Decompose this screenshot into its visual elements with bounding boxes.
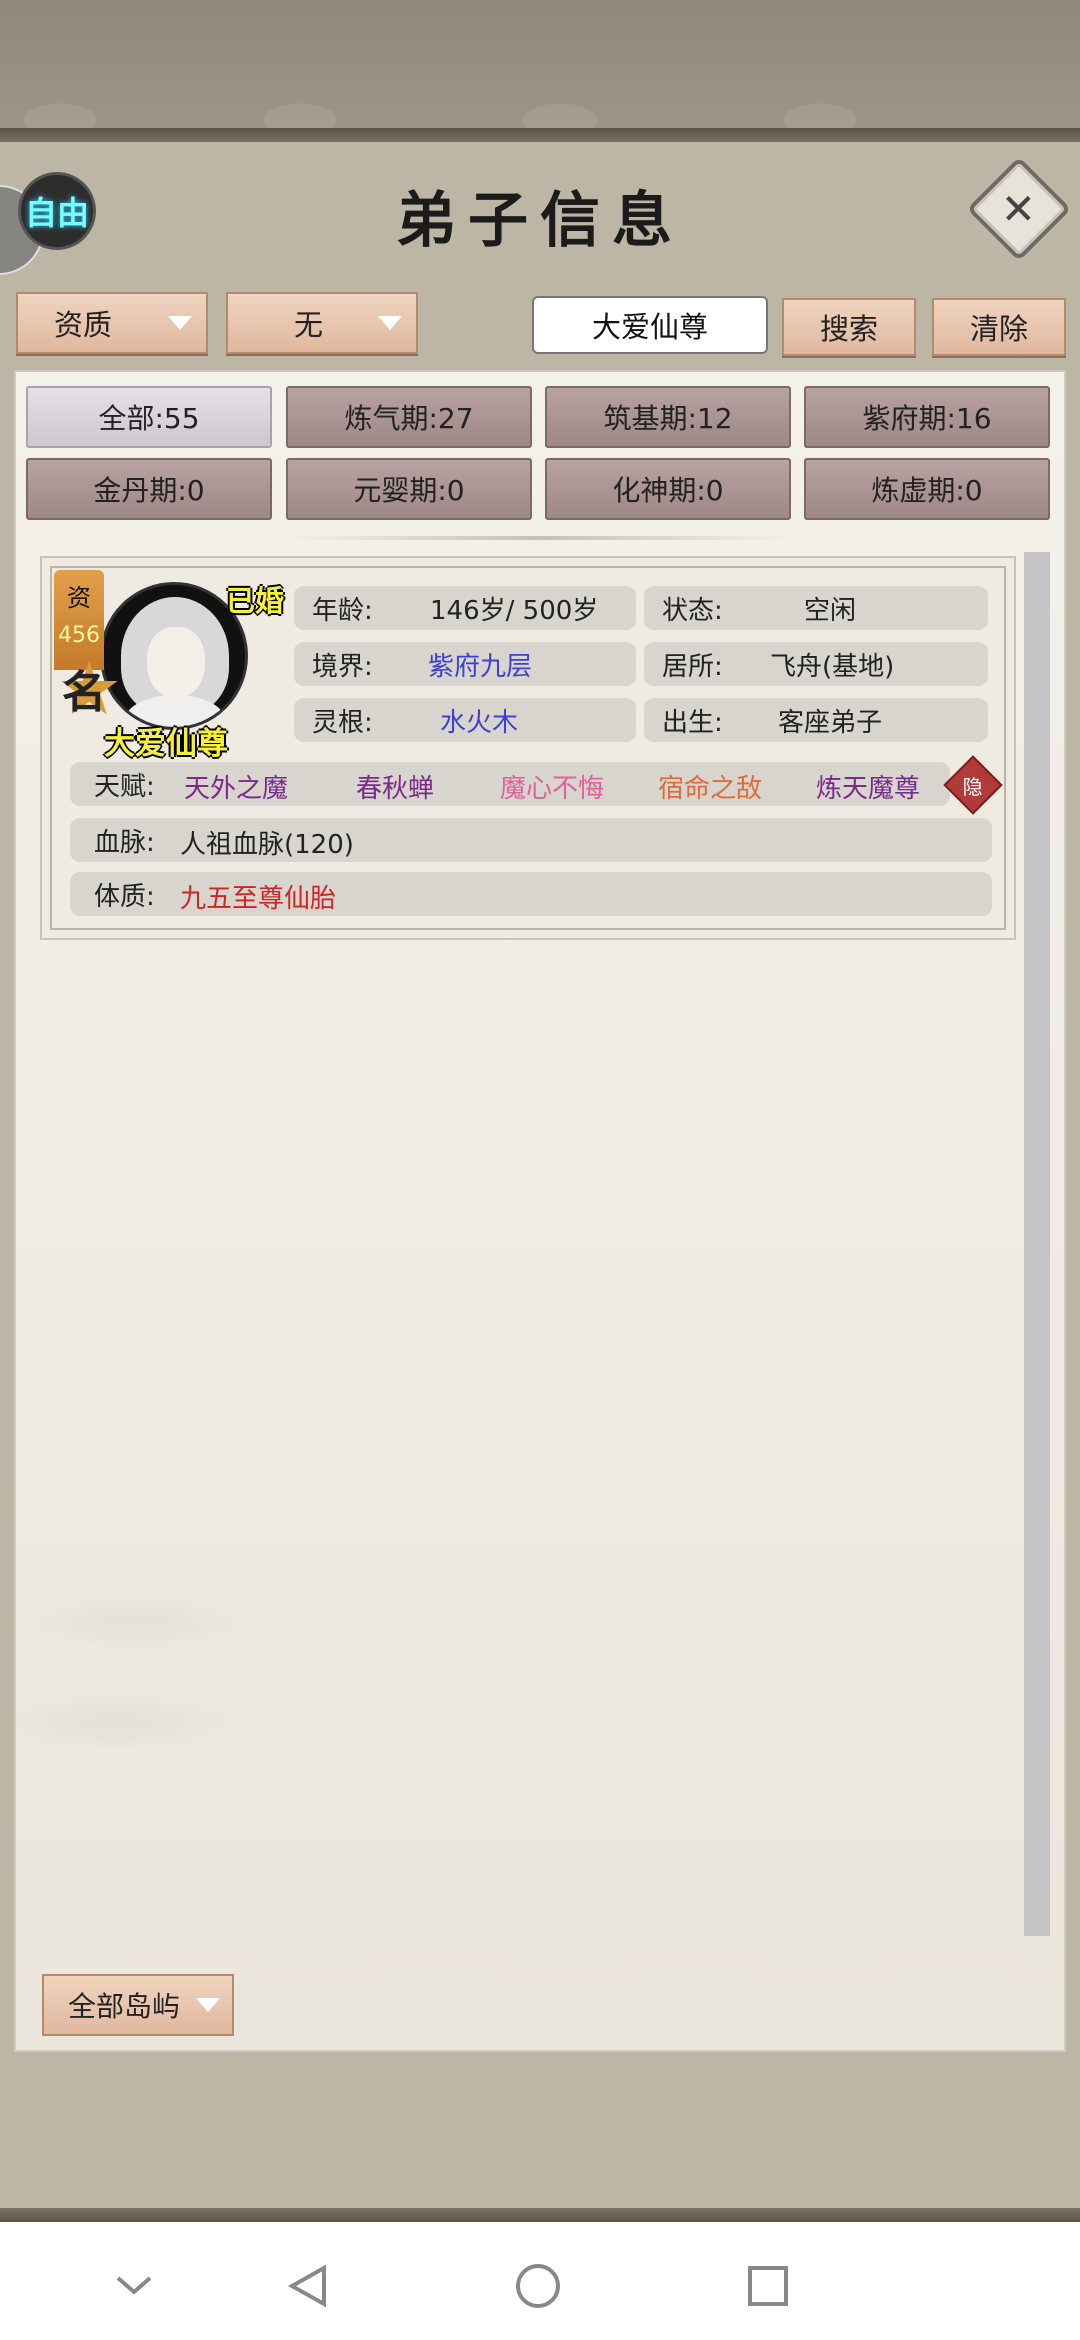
aptitude-label: 资 bbox=[67, 584, 91, 612]
tab-spirit-severing[interactable]: 化神期:0 bbox=[545, 458, 791, 520]
bamboo-decoration bbox=[16, 1532, 276, 1892]
realm-key: 境界: bbox=[312, 651, 373, 682]
status-field: 状态: 空闲 bbox=[644, 586, 988, 630]
divider bbox=[290, 536, 790, 540]
age-key: 年龄: bbox=[312, 595, 373, 626]
age-field: 年龄: 146岁/ 500岁 bbox=[294, 586, 636, 630]
talent-item[interactable]: 天外之魔 bbox=[184, 768, 288, 805]
realm-field: 境界: 紫府九层 bbox=[294, 642, 636, 686]
tab-foundation[interactable]: 筑基期:12 bbox=[545, 386, 791, 448]
disciple-name: 大爱仙尊 bbox=[104, 726, 228, 762]
sort-dropdown[interactable]: 资质 bbox=[16, 292, 208, 354]
close-icon: ✕ bbox=[1001, 184, 1037, 234]
physique-row: 体质: 九五至尊仙胎 bbox=[70, 872, 992, 916]
tab-qi-refining[interactable]: 炼气期:27 bbox=[286, 386, 532, 448]
page-title: 弟子信息 bbox=[396, 186, 684, 256]
hide-label: 隐 bbox=[963, 774, 983, 799]
recents-icon[interactable] bbox=[744, 2262, 792, 2310]
chevron-down-icon bbox=[196, 1998, 220, 2012]
birth-key: 出生: bbox=[662, 707, 723, 738]
talent-item[interactable]: 炼天魔尊 bbox=[816, 768, 920, 805]
married-badge: 已婚 bbox=[226, 584, 285, 618]
search-input[interactable] bbox=[532, 296, 768, 354]
tab-nascent-soul[interactable]: 元婴期:0 bbox=[286, 458, 532, 520]
fame-badge: 名 bbox=[62, 667, 106, 718]
secondary-dropdown-label: 无 bbox=[294, 308, 324, 342]
talent-key: 天赋: bbox=[94, 771, 155, 802]
list-scrollbar[interactable] bbox=[1024, 552, 1050, 1936]
clear-button[interactable]: 清除 bbox=[932, 298, 1066, 356]
tab-void-refining[interactable]: 炼虚期:0 bbox=[804, 458, 1050, 520]
birth-field: 出生: 客座弟子 bbox=[644, 698, 988, 742]
system-navbar bbox=[0, 2222, 1080, 2340]
talent-item[interactable]: 春秋蝉 bbox=[356, 768, 434, 805]
talent-row: 天赋: 天外之魔 春秋蝉 魔心不悔 宿命之敌 炼天魔尊 bbox=[70, 762, 950, 806]
status-value: 空闲 bbox=[804, 595, 857, 626]
chevron-down-icon bbox=[378, 316, 402, 330]
bloodline-row: 血脉: 人祖血脉(120) bbox=[70, 818, 992, 862]
spirit-root-value: 水火木 bbox=[440, 707, 519, 738]
avatar-face bbox=[147, 627, 205, 697]
aptitude-value: 456 bbox=[58, 623, 100, 648]
age-value: 146岁/ 500岁 bbox=[430, 595, 599, 626]
bloodline-key: 血脉: bbox=[94, 827, 155, 858]
tab-all[interactable]: 全部:55 bbox=[26, 386, 272, 448]
residence-field: 居所: 飞舟(基地) bbox=[644, 642, 988, 686]
spirit-root-key: 灵根: bbox=[312, 707, 373, 738]
spirit-root-field: 灵根: 水火木 bbox=[294, 698, 636, 742]
island-dropdown-label: 全部岛屿 bbox=[68, 1990, 181, 2023]
physique-key: 体质: bbox=[94, 881, 155, 912]
realm-value: 紫府九层 bbox=[428, 651, 533, 682]
residence-value: 飞舟(基地) bbox=[770, 651, 895, 682]
physique-value: 九五至尊仙胎 bbox=[180, 884, 337, 914]
sort-dropdown-label: 资质 bbox=[54, 308, 113, 342]
search-button[interactable]: 搜索 bbox=[782, 298, 916, 356]
residence-key: 居所: bbox=[662, 651, 723, 682]
back-icon[interactable] bbox=[284, 2262, 332, 2310]
tab-golden-core[interactable]: 金丹期:0 bbox=[26, 458, 272, 520]
chevron-down-icon[interactable] bbox=[110, 2262, 158, 2310]
tab-purple-mansion[interactable]: 紫府期:16 bbox=[804, 386, 1050, 448]
status-key: 状态: bbox=[662, 595, 723, 626]
chevron-down-icon bbox=[168, 316, 192, 330]
birth-value: 客座弟子 bbox=[778, 707, 883, 738]
talent-item[interactable]: 魔心不悔 bbox=[500, 768, 604, 805]
talent-item[interactable]: 宿命之敌 bbox=[658, 768, 762, 805]
home-icon[interactable] bbox=[514, 2262, 562, 2310]
island-dropdown[interactable]: 全部岛屿 bbox=[42, 1974, 234, 2036]
secondary-dropdown[interactable]: 无 bbox=[226, 292, 418, 354]
bloodline-value: 人祖血脉(120) bbox=[180, 830, 354, 860]
top-decoration bbox=[0, 0, 1080, 142]
